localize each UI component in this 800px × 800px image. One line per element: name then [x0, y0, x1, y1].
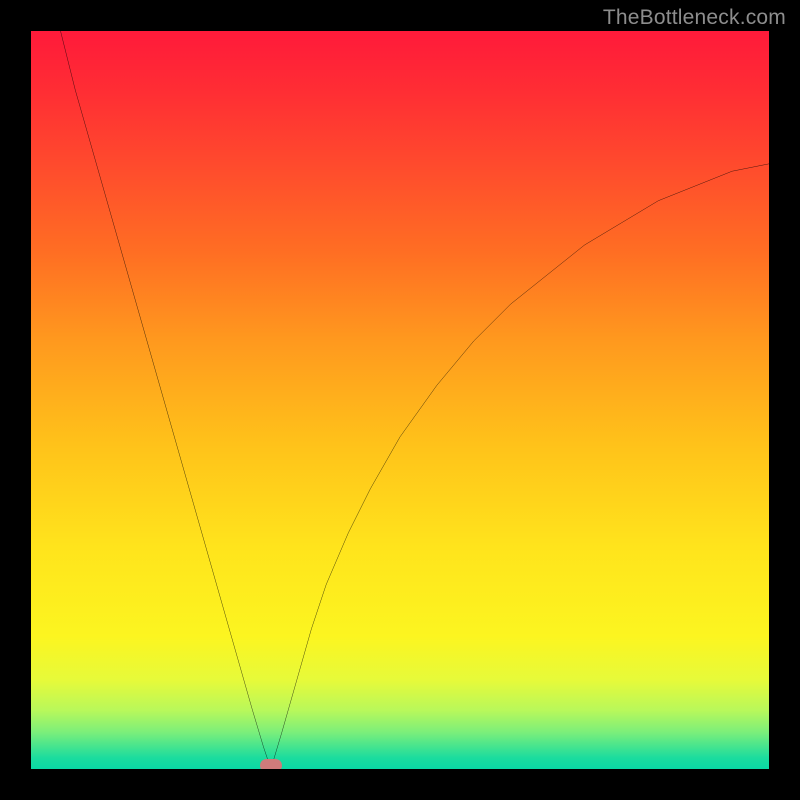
watermark-text: TheBottleneck.com	[603, 6, 786, 30]
curve-layer	[31, 31, 769, 769]
left-branch	[61, 31, 271, 769]
bottleneck-curve	[61, 31, 769, 769]
plot-region	[31, 31, 769, 769]
chart-stage: TheBottleneck.com	[0, 0, 800, 800]
right-branch	[271, 164, 769, 769]
minimum-marker	[260, 759, 282, 769]
